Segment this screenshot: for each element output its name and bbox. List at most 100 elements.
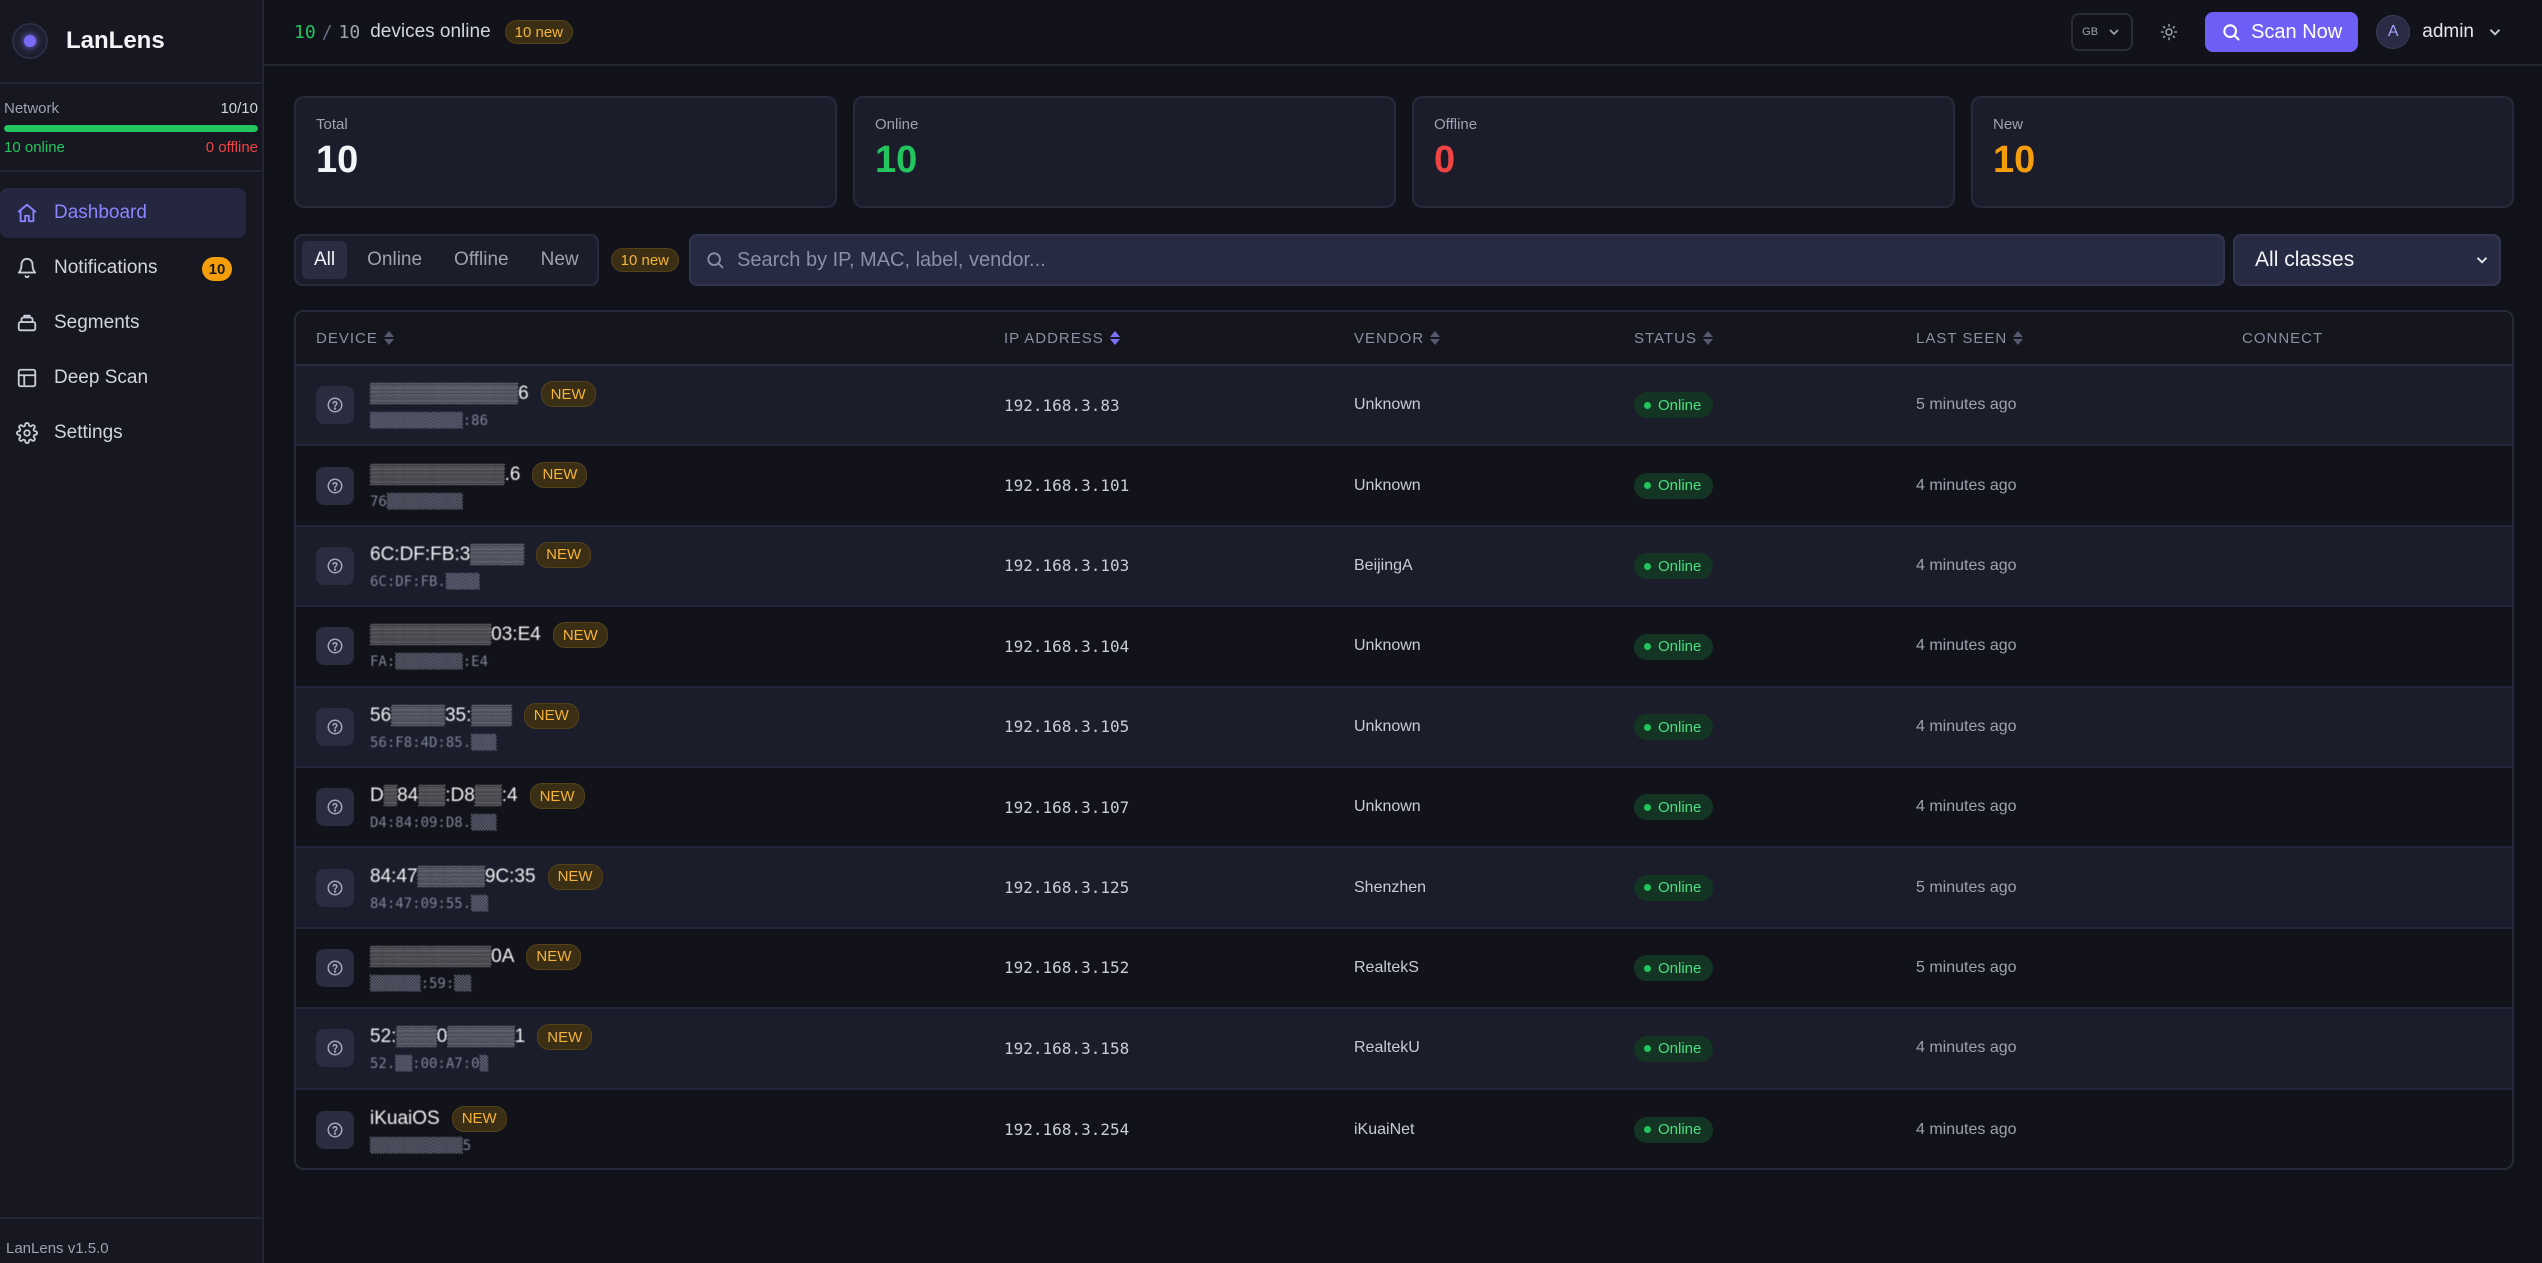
language-selector[interactable]: GB bbox=[2071, 13, 2134, 51]
status-dot-icon bbox=[1644, 1126, 1651, 1134]
device-name[interactable]: D▒84▒▒:D8▒▒:4 bbox=[370, 785, 518, 807]
table-row[interactable]: ▒▒▒▒▒▒▒▒▒▒.6 NEW 76▒▒▒▒▒▒▒▒▒ 192.168.3.1… bbox=[296, 446, 2512, 527]
filter-bar: All Online Offline New 10 new All classe… bbox=[294, 234, 2514, 286]
device-mac: 84:47:09:55.▒▒ bbox=[370, 895, 489, 912]
scan-now-button[interactable]: Scan Now bbox=[2205, 12, 2359, 52]
device-vendor: Unknown bbox=[1354, 396, 1421, 414]
status-badge: Online bbox=[1634, 553, 1714, 580]
bell-icon bbox=[16, 257, 38, 279]
brand[interactable]: LanLens bbox=[0, 0, 262, 84]
device-ip: 192.168.3.103 bbox=[1004, 556, 1130, 576]
tab-all[interactable]: All bbox=[302, 241, 348, 279]
table-row[interactable]: ▒▒▒▒▒▒▒▒▒03:E4 NEW FA:▒▒▒▒▒▒▒▒:E4 192.16… bbox=[296, 607, 2512, 688]
search-input[interactable] bbox=[737, 248, 2218, 272]
theme-toggle[interactable] bbox=[2153, 16, 2185, 48]
class-select[interactable]: All classes bbox=[2233, 234, 2502, 286]
status-badge: Online bbox=[1634, 1116, 1714, 1143]
device-name[interactable]: 56▒▒▒▒35:▒▒▒ bbox=[370, 705, 512, 727]
sidebar-item-settings[interactable]: Settings bbox=[0, 408, 246, 458]
device-name[interactable]: ▒▒▒▒▒▒▒▒▒▒.6 bbox=[370, 464, 520, 486]
status-dot-icon bbox=[1644, 803, 1651, 811]
status-dot-icon bbox=[1644, 643, 1651, 651]
search-icon bbox=[2223, 24, 2240, 41]
stats-row: Total 10 Online 10 Offline 0 New 10 bbox=[294, 96, 2514, 208]
column-label: VENDOR bbox=[1354, 329, 1425, 347]
scan-now-label: Scan Now bbox=[2251, 20, 2343, 43]
topbar: 10 / 10 devices online 10 new GB Scan No… bbox=[264, 0, 2542, 66]
sidebar-item-notifications[interactable]: Notifications 10 bbox=[0, 243, 246, 293]
column-header-last-seen[interactable]: LAST SEEN bbox=[1916, 330, 2242, 347]
status-badge: Online bbox=[1634, 392, 1714, 419]
tab-offline[interactable]: Offline bbox=[442, 241, 521, 279]
device-name[interactable]: ▒▒▒▒▒▒▒▒▒0A bbox=[370, 946, 514, 968]
device-ip: 192.168.3.254 bbox=[1004, 1120, 1130, 1140]
search-icon bbox=[707, 252, 724, 269]
device-name[interactable]: 84:47▒▒▒▒▒9C:35 bbox=[370, 866, 536, 888]
sidebar-item-label: Segments bbox=[54, 312, 140, 333]
device-vendor: iKuaiNet bbox=[1354, 1120, 1415, 1138]
table-row[interactable]: iKuaiOS NEW ▒▒▒▒▒▒▒▒▒▒▒5 192.168.3.254 i… bbox=[296, 1089, 2512, 1168]
layers-icon bbox=[16, 312, 38, 334]
table-row[interactable]: ▒▒▒▒▒▒▒▒▒▒▒6 NEW ▒▒▒▒▒▒▒▒▒▒▒:86 192.168.… bbox=[296, 366, 2512, 447]
table-row[interactable]: 84:47▒▒▒▒▒9C:35 NEW 84:47:09:55.▒▒ 192.1… bbox=[296, 848, 2512, 929]
new-devices-tag: 10 new bbox=[504, 20, 574, 44]
column-header-ip[interactable]: IP ADDRESS bbox=[1004, 330, 1354, 347]
device-name[interactable]: iKuaiOS bbox=[370, 1108, 440, 1130]
column-label: CONNECT bbox=[2242, 329, 2324, 347]
column-header-vendor[interactable]: VENDOR bbox=[1354, 330, 1634, 347]
main-content: Total 10 Online 10 Offline 0 New 10 All … bbox=[294, 96, 2514, 1170]
status-text: Online bbox=[1658, 718, 1702, 736]
sidebar-item-label: Settings bbox=[54, 422, 123, 443]
sidebar-item-segments[interactable]: Segments bbox=[0, 298, 246, 348]
device-last-seen: 4 minutes ago bbox=[1916, 637, 2017, 655]
device-name[interactable]: ▒▒▒▒▒▒▒▒▒▒▒6 bbox=[370, 383, 529, 405]
unknown-device-icon bbox=[316, 466, 354, 505]
status-text: Online bbox=[1658, 1121, 1702, 1139]
user-menu[interactable]: A admin bbox=[2376, 15, 2504, 49]
status-text: Online bbox=[1658, 879, 1702, 897]
tab-online[interactable]: Online bbox=[355, 241, 434, 279]
table-row[interactable]: 56▒▒▒▒35:▒▒▒ NEW 56:F8:4D:85.▒▒▒ 192.168… bbox=[296, 687, 2512, 768]
device-name[interactable]: 6C:DF:FB:3▒▒▒▒ bbox=[370, 544, 524, 566]
network-summary: Network 10/10 10 online 0 offline bbox=[0, 84, 262, 172]
device-last-seen: 5 minutes ago bbox=[1916, 396, 2017, 414]
status-badge: Online bbox=[1634, 714, 1714, 740]
table-row[interactable]: 6C:DF:FB:3▒▒▒▒ NEW 6C:DF:FB.▒▒▒▒ 192.168… bbox=[296, 526, 2512, 608]
sort-icon bbox=[383, 331, 394, 345]
stat-card-new: New 10 bbox=[1971, 96, 2514, 208]
language-label: GB bbox=[2082, 26, 2099, 38]
sort-icon bbox=[1702, 331, 1713, 345]
device-name[interactable]: 52:▒▒▒0▒▒▒▒▒1 bbox=[370, 1026, 525, 1048]
column-header-device[interactable]: DEVICE bbox=[296, 330, 1004, 347]
status-text: Online bbox=[1658, 1040, 1702, 1058]
stat-label: Online bbox=[875, 116, 919, 133]
device-name[interactable]: ▒▒▒▒▒▒▒▒▒03:E4 bbox=[370, 624, 541, 646]
column-header-status[interactable]: STATUS bbox=[1634, 330, 1916, 347]
tab-new[interactable]: New bbox=[529, 241, 591, 279]
new-badge: NEW bbox=[451, 1105, 507, 1132]
sidebar: LanLens Network 10/10 10 online 0 offlin… bbox=[0, 0, 264, 1263]
status-dot-icon bbox=[1644, 482, 1651, 490]
device-mac: FA:▒▒▒▒▒▒▒▒:E4 bbox=[370, 654, 489, 671]
table-row[interactable]: ▒▒▒▒▒▒▒▒▒0A NEW ▒▒▒▒▒▒:59:▒▒ 192.168.3.1… bbox=[296, 928, 2512, 1010]
stat-label: New bbox=[1993, 116, 2024, 133]
device-ip: 192.168.3.104 bbox=[1004, 636, 1130, 656]
table-body: ▒▒▒▒▒▒▒▒▒▒▒6 NEW ▒▒▒▒▒▒▒▒▒▒▒:86 192.168.… bbox=[296, 366, 2512, 1168]
chevron-down-icon bbox=[2109, 29, 2119, 36]
new-badge: NEW bbox=[547, 863, 603, 890]
stat-value: 10 bbox=[316, 139, 359, 181]
sidebar-item-dashboard[interactable]: Dashboard bbox=[0, 188, 246, 238]
notifications-badge: 10 bbox=[202, 257, 232, 281]
device-ip: 192.168.3.152 bbox=[1004, 958, 1130, 978]
sidebar-item-deep-scan[interactable]: Deep Scan bbox=[0, 353, 246, 403]
new-badge: NEW bbox=[532, 461, 588, 488]
sidebar-item-label: Notifications bbox=[54, 257, 158, 278]
new-badge: NEW bbox=[529, 783, 585, 810]
device-mac: D4:84:09:D8.▒▒▒ bbox=[370, 815, 497, 832]
new-badge: NEW bbox=[540, 381, 596, 408]
new-badge: NEW bbox=[526, 943, 582, 970]
new-badge: NEW bbox=[552, 622, 608, 649]
table-row[interactable]: D▒84▒▒:D8▒▒:4 NEW D4:84:09:D8.▒▒▒ 192.16… bbox=[296, 767, 2512, 849]
network-online-text: 10 online bbox=[4, 139, 65, 156]
table-row[interactable]: 52:▒▒▒0▒▒▒▒▒1 NEW 52.▒▒:00:A7:0▒ 192.168… bbox=[296, 1009, 2512, 1090]
